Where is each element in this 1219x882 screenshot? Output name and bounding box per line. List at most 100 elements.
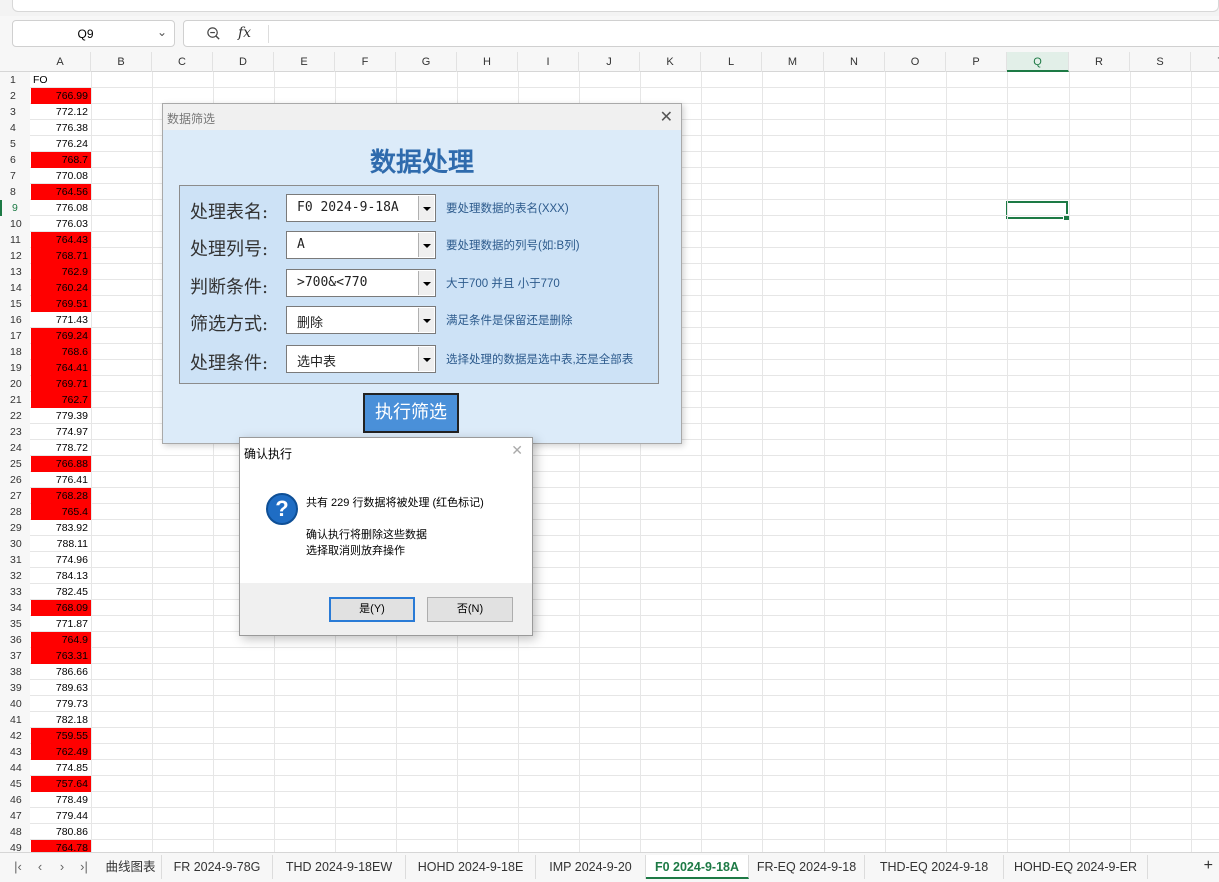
sheet-tab[interactable]: FR 2024-9-78G <box>162 855 273 879</box>
column-a-cell[interactable]: 782.45 <box>31 584 91 600</box>
dropdown-arrow-icon[interactable] <box>418 271 434 295</box>
column-header-c[interactable]: C <box>152 52 213 72</box>
column-a-cell[interactable]: 774.97 <box>31 424 91 440</box>
column-header-g[interactable]: G <box>396 52 457 72</box>
column-a-cell[interactable]: 759.55 <box>31 728 91 744</box>
formula-bar[interactable]: fx <box>183 20 1219 47</box>
column-a-cell[interactable]: 784.13 <box>31 568 91 584</box>
column-header-m[interactable]: M <box>762 52 824 72</box>
row-header[interactable]: 23 <box>0 424 30 440</box>
column-header-r[interactable]: R <box>1069 52 1130 72</box>
scope-combo[interactable]: 选中表 <box>286 345 436 373</box>
run-filter-button[interactable]: 执行筛选 <box>363 393 459 433</box>
row-header[interactable]: 48 <box>0 824 30 840</box>
close-icon[interactable]: ✕ <box>660 107 673 127</box>
row-header[interactable]: 36 <box>0 632 30 648</box>
column-a-cell[interactable]: 764.41 <box>31 360 91 376</box>
row-header[interactable]: 43 <box>0 744 30 760</box>
sheet-tab[interactable]: HOHD-EQ 2024-9-ER <box>1004 855 1148 879</box>
row-header[interactable]: 33 <box>0 584 30 600</box>
column-a-cell[interactable]: 779.44 <box>31 808 91 824</box>
row-header[interactable]: 47 <box>0 808 30 824</box>
column-a-cell[interactable]: 779.39 <box>31 408 91 424</box>
column-a-cell[interactable]: 766.99 <box>31 88 91 104</box>
row-header[interactable]: 37 <box>0 648 30 664</box>
column-a-cell[interactable]: 774.85 <box>31 760 91 776</box>
dropdown-arrow-icon[interactable] <box>418 308 434 332</box>
column-header-h[interactable]: H <box>457 52 518 72</box>
column-header-f[interactable]: F <box>335 52 396 72</box>
row-header[interactable]: 8 <box>0 184 30 200</box>
sheet-tab[interactable]: F0 2024-9-18A <box>646 855 749 879</box>
column-a-cell[interactable]: 779.73 <box>31 696 91 712</box>
column-header-a[interactable]: A <box>30 52 91 72</box>
selected-cell-q9[interactable] <box>1006 201 1070 221</box>
row-header[interactable]: 5 <box>0 136 30 152</box>
column-a-cell[interactable]: 764.56 <box>31 184 91 200</box>
column-a-cell[interactable]: 771.87 <box>31 616 91 632</box>
row-header[interactable]: 9 <box>0 200 30 216</box>
row-header[interactable]: 18 <box>0 344 30 360</box>
row-header[interactable]: 25 <box>0 456 30 472</box>
column-a-cell[interactable]: 760.24 <box>31 280 91 296</box>
close-icon[interactable]: ✕ <box>511 442 523 459</box>
column-a-cell[interactable]: 768.09 <box>31 600 91 616</box>
function-icon[interactable]: fx <box>238 25 251 41</box>
row-header[interactable]: 29 <box>0 520 30 536</box>
dropdown-arrow-icon[interactable] <box>418 196 434 220</box>
row-header[interactable]: 2 <box>0 88 30 104</box>
column-a-cell[interactable]: 776.03 <box>31 216 91 232</box>
column-a-cell[interactable]: 768.71 <box>31 248 91 264</box>
name-box[interactable]: Q9 ⌄ <box>12 20 175 47</box>
column-a-cell[interactable]: 788.11 <box>31 536 91 552</box>
column-a-cell[interactable]: 762.9 <box>31 264 91 280</box>
row-header[interactable]: 10 <box>0 216 30 232</box>
row-header[interactable]: 42 <box>0 728 30 744</box>
row-header[interactable]: 27 <box>0 488 30 504</box>
column-a-cell[interactable]: 768.7 <box>31 152 91 168</box>
row-header[interactable]: 28 <box>0 504 30 520</box>
row-header[interactable]: 39 <box>0 680 30 696</box>
filter-dialog-titlebar[interactable]: 数据筛选 ✕ <box>163 104 681 130</box>
row-header[interactable]: 11 <box>0 232 30 248</box>
column-a-cell[interactable]: 763.31 <box>31 648 91 664</box>
add-sheet-icon[interactable]: + <box>1204 857 1213 875</box>
row-header[interactable]: 22 <box>0 408 30 424</box>
column-a-cell[interactable]: 772.12 <box>31 104 91 120</box>
yes-button[interactable]: 是(Y) <box>329 597 415 622</box>
row-header[interactable]: 7 <box>0 168 30 184</box>
condition-combo[interactable]: >700&<770 <box>286 269 436 297</box>
column-a-cell[interactable]: 782.18 <box>31 712 91 728</box>
column-a-cell[interactable]: 771.43 <box>31 312 91 328</box>
row-header[interactable]: 24 <box>0 440 30 456</box>
column-header-q[interactable]: Q <box>1007 52 1069 72</box>
column-a-cell[interactable]: 770.08 <box>31 168 91 184</box>
row-header[interactable]: 4 <box>0 120 30 136</box>
row-header[interactable]: 21 <box>0 392 30 408</box>
column-a-cell[interactable]: 762.7 <box>31 392 91 408</box>
row-header[interactable]: 3 <box>0 104 30 120</box>
column-header-d[interactable]: D <box>213 52 274 72</box>
next-sheet-icon[interactable]: › <box>52 859 72 874</box>
row-header[interactable]: 38 <box>0 664 30 680</box>
row-header[interactable]: 49 <box>0 840 30 852</box>
dropdown-arrow-icon[interactable] <box>418 233 434 257</box>
row-header[interactable]: 40 <box>0 696 30 712</box>
column-a-cell[interactable]: 764.9 <box>31 632 91 648</box>
sheet-tab[interactable]: 曲线图表 <box>100 855 162 879</box>
chevron-down-icon[interactable]: ⌄ <box>157 25 167 39</box>
prev-sheet-icon[interactable]: ‹ <box>30 859 50 874</box>
row-header[interactable]: 32 <box>0 568 30 584</box>
column-header-e[interactable]: E <box>274 52 335 72</box>
row-header[interactable]: 45 <box>0 776 30 792</box>
column-a-cell[interactable]: 762.49 <box>31 744 91 760</box>
column-a-cell[interactable]: 789.63 <box>31 680 91 696</box>
row-header[interactable]: 15 <box>0 296 30 312</box>
column-a-cell[interactable]: 764.78 <box>31 840 91 852</box>
column-header-k[interactable]: K <box>640 52 701 72</box>
column-a-cell[interactable]: 780.86 <box>31 824 91 840</box>
column-header-s[interactable]: S <box>1130 52 1191 72</box>
column-a-cell[interactable]: 774.96 <box>31 552 91 568</box>
row-header[interactable]: 26 <box>0 472 30 488</box>
column-a-cell[interactable]: 768.6 <box>31 344 91 360</box>
